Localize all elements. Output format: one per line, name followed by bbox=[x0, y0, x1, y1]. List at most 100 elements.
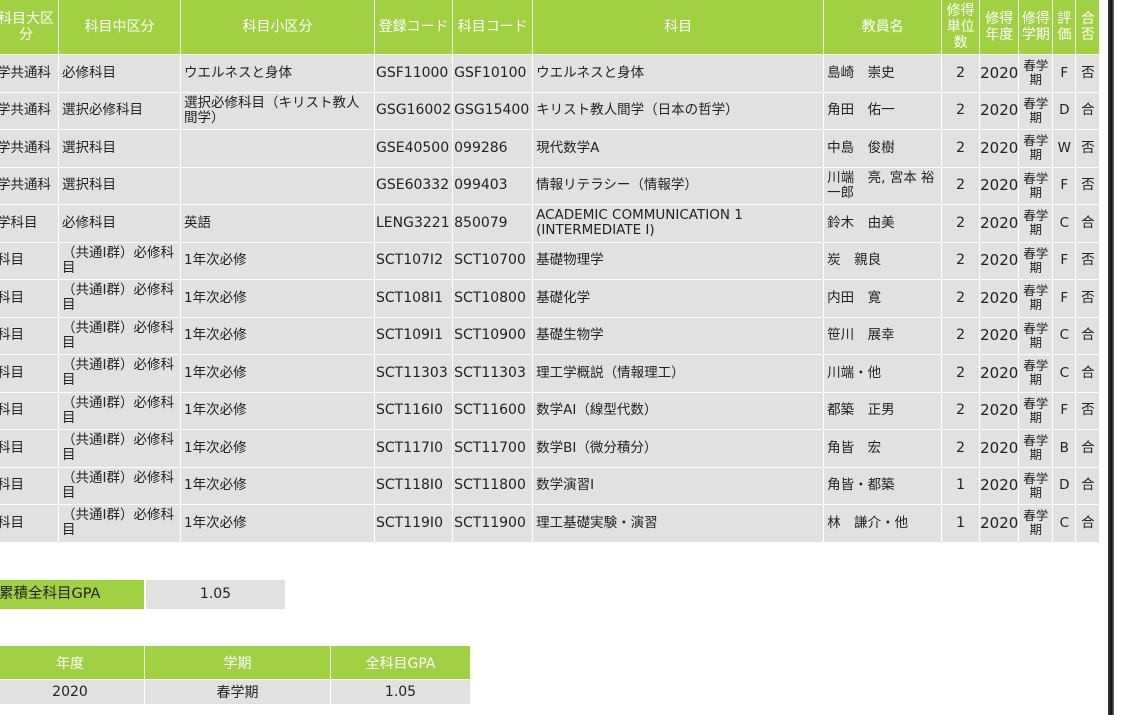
term-cell-semester: 春学期 bbox=[145, 679, 331, 704]
cell-major-category: 学共通科 bbox=[0, 55, 59, 93]
cell-course-code: SCT11900 bbox=[453, 505, 534, 543]
cell-instructor: 角皆 宏 bbox=[824, 430, 943, 468]
cell-course: キリスト教人間学（日本の哲学） bbox=[533, 92, 825, 130]
header-minor-category: 科目小区分 bbox=[181, 0, 375, 55]
cell-course: 基礎物理学 bbox=[533, 242, 825, 280]
term-header-gpa: 全科目GPA bbox=[331, 646, 471, 679]
cell-course-code: SCT10900 bbox=[453, 317, 534, 355]
cell-grade: F bbox=[1053, 55, 1077, 93]
cell-credits: 2 bbox=[942, 317, 981, 355]
grades-header-row: 科目大区 分 科目中区分 科目小区分 登録コード 科目コード 科目 教員名 修得… bbox=[0, 0, 1101, 55]
cell-grade: C bbox=[1053, 205, 1077, 243]
cell-middle-category: （共通Ⅰ群）必修科目 bbox=[59, 242, 181, 280]
table-row: 科目（共通Ⅰ群）必修科目1年次必修SCT116I0SCT11600数学AⅠ（線型… bbox=[0, 392, 1101, 430]
cell-middle-category: （共通Ⅰ群）必修科目 bbox=[59, 505, 181, 543]
cell-semester: 春学期 bbox=[1019, 242, 1054, 280]
cell-instructor: 都築 正男 bbox=[824, 392, 943, 430]
header-registration-code: 登録コード bbox=[375, 0, 454, 55]
cell-grade: D bbox=[1053, 467, 1077, 505]
cell-year: 2020 bbox=[980, 355, 1020, 393]
cell-course-code: SCT10700 bbox=[453, 242, 534, 280]
cell-major-category: 科目 bbox=[0, 317, 59, 355]
cell-instructor: 角皆・都築 bbox=[824, 467, 943, 505]
cell-course: 現代数学A bbox=[533, 130, 825, 168]
table-row: 学科目 必修科目 英語 LENG3221 850079 ACADEMIC COMMUNIC… bbox=[0, 205, 1101, 243]
header-semester: 修得 学期 bbox=[1019, 0, 1054, 55]
cell-year: 2020 bbox=[980, 130, 1020, 168]
header-year: 修得 年度 bbox=[980, 0, 1020, 55]
cell-major-category: 科目 bbox=[0, 242, 59, 280]
cell-minor-category: 英語 bbox=[181, 205, 375, 243]
table-row: 科目（共通Ⅰ群）必修科目1年次必修SCT107I2SCT10700基礎物理学炭 … bbox=[0, 242, 1101, 280]
cell-course-code: SCT11303 bbox=[453, 355, 534, 393]
term-gpa-body: 2020 春学期 1.05 bbox=[0, 679, 471, 704]
cell-course: 数学BⅠ（微分積分） bbox=[533, 430, 825, 468]
cell-semester: 春学期 bbox=[1019, 355, 1054, 393]
cell-instructor: 中島 俊樹 bbox=[824, 130, 943, 168]
cell-major-category: 学共通科 bbox=[0, 92, 59, 130]
cell-minor-category bbox=[181, 130, 375, 168]
cell-course-code: SCT10800 bbox=[453, 280, 534, 318]
cell-registration-code: SCT117I0 bbox=[375, 430, 454, 468]
cell-pass-fail: 合 bbox=[1076, 355, 1101, 393]
cell-grade: F bbox=[1053, 242, 1077, 280]
cell-major-category: 学共通科 bbox=[0, 167, 59, 205]
cell-year: 2020 bbox=[980, 467, 1020, 505]
cell-course: 基礎生物学 bbox=[533, 317, 825, 355]
table-row: 科目（共通Ⅰ群）必修科目1年次必修SCT119I0SCT11900理工基礎実験・… bbox=[0, 505, 1101, 543]
cell-course: 理工学概説（情報理工） bbox=[533, 355, 825, 393]
cell-minor-category: 1年次必修 bbox=[181, 280, 375, 318]
cell-middle-category: （共通Ⅰ群）必修科目 bbox=[59, 392, 181, 430]
table-row: 科目（共通Ⅰ群）必修科目1年次必修SCT109I1SCT10900基礎生物学笹川… bbox=[0, 317, 1101, 355]
header-grade: 評 価 bbox=[1053, 0, 1077, 55]
cell-pass-fail: 否 bbox=[1076, 392, 1101, 430]
cumulative-gpa-value: 1.05 bbox=[146, 580, 285, 609]
cell-major-category: 学科目 bbox=[0, 205, 59, 243]
cell-pass-fail: 否 bbox=[1076, 55, 1101, 93]
cell-credits: 2 bbox=[942, 205, 981, 243]
cell-middle-category: 必修科目 bbox=[59, 205, 181, 243]
cell-pass-fail: 合 bbox=[1076, 92, 1101, 130]
cell-year: 2020 bbox=[980, 430, 1020, 468]
cell-semester: 春学期 bbox=[1019, 280, 1054, 318]
cell-instructor: 内田 寛 bbox=[824, 280, 943, 318]
cell-grade: W bbox=[1053, 130, 1077, 168]
cell-grade: C bbox=[1053, 317, 1077, 355]
cell-year: 2020 bbox=[980, 55, 1020, 93]
cell-year: 2020 bbox=[980, 167, 1020, 205]
cell-credits: 2 bbox=[942, 355, 981, 393]
cell-course: ウエルネスと身体 bbox=[533, 55, 825, 93]
cell-year: 2020 bbox=[980, 505, 1020, 543]
cell-credits: 2 bbox=[942, 167, 981, 205]
header-major-category: 科目大区 分 bbox=[0, 0, 59, 55]
cell-year: 2020 bbox=[980, 92, 1020, 130]
cell-instructor: 川端・他 bbox=[824, 355, 943, 393]
header-course: 科目 bbox=[533, 0, 825, 55]
cell-instructor: 島崎 崇史 bbox=[824, 55, 943, 93]
grades-table: 科目大区 分 科目中区分 科目小区分 登録コード 科目コード 科目 教員名 修得… bbox=[0, 0, 1101, 543]
cell-minor-category: 1年次必修 bbox=[181, 242, 375, 280]
cell-registration-code: GSE60332 bbox=[375, 167, 454, 205]
cell-major-category: 科目 bbox=[0, 355, 59, 393]
cell-minor-category: ウエルネスと身体 bbox=[181, 55, 375, 93]
cell-registration-code: SCT109I1 bbox=[375, 317, 454, 355]
cell-grade: C bbox=[1053, 505, 1077, 543]
cell-minor-category: 1年次必修 bbox=[181, 505, 375, 543]
cell-registration-code: SCT119I0 bbox=[375, 505, 454, 543]
term-header-year: 年度 bbox=[0, 646, 145, 679]
cell-minor-category: 1年次必修 bbox=[181, 355, 375, 393]
term-gpa-header-row: 年度 学期 全科目GPA bbox=[0, 646, 471, 679]
cell-major-category: 科目 bbox=[0, 467, 59, 505]
cell-middle-category: 選択科目 bbox=[59, 167, 181, 205]
cell-semester: 春学期 bbox=[1019, 205, 1054, 243]
cell-minor-category: 1年次必修 bbox=[181, 392, 375, 430]
term-cell-year: 2020 bbox=[0, 679, 145, 704]
cell-credits: 2 bbox=[942, 92, 981, 130]
cell-course-code: GSG15400 bbox=[453, 92, 534, 130]
cell-grade: F bbox=[1053, 392, 1077, 430]
cell-registration-code: SCT108I1 bbox=[375, 280, 454, 318]
cell-semester: 春学期 bbox=[1019, 317, 1054, 355]
cell-major-category: 科目 bbox=[0, 430, 59, 468]
cell-course: 数学演習Ⅰ bbox=[533, 467, 825, 505]
table-row: 学共通科 選択必修科目 選択必修科目（キリスト教人間学） GSG16002 GSG154… bbox=[0, 92, 1101, 130]
